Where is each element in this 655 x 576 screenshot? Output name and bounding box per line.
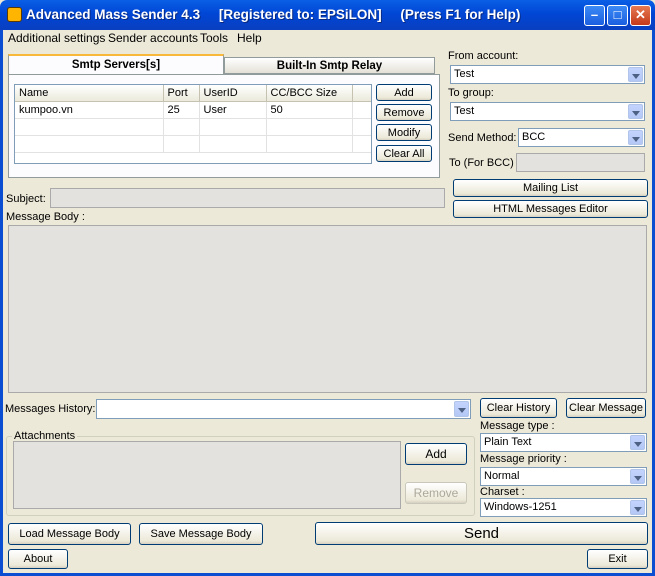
column-userid[interactable]: UserID <box>199 85 267 102</box>
charset-select[interactable]: Windows-1251 <box>480 498 647 517</box>
title-bar[interactable]: Advanced Mass Sender 4.3 [Registered to:… <box>0 0 655 30</box>
to-group-select[interactable]: Test <box>450 102 645 121</box>
menu-tools[interactable]: Tools <box>200 31 228 45</box>
attachments-remove-button[interactable]: Remove <box>405 482 467 504</box>
mailing-list-button[interactable]: Mailing List <box>453 179 648 197</box>
send-button[interactable]: Send <box>315 522 648 545</box>
smtp-add-button[interactable]: Add <box>376 84 432 101</box>
subject-label: Subject: <box>6 193 46 205</box>
cell-port: 25 <box>163 101 200 119</box>
to-group-value: Test <box>454 105 475 117</box>
menu-sender-accounts[interactable]: Sender accounts <box>108 31 198 45</box>
message-type-select[interactable]: Plain Text <box>480 433 647 452</box>
subject-input[interactable] <box>50 188 445 208</box>
attachments-add-button[interactable]: Add <box>405 443 467 465</box>
messages-history-select[interactable] <box>96 399 471 419</box>
chevron-down-icon[interactable] <box>630 469 645 484</box>
message-priority-value: Normal <box>484 470 520 482</box>
from-account-value: Test <box>454 68 475 80</box>
message-body-textarea[interactable] <box>8 225 647 393</box>
clear-history-button[interactable]: Clear History <box>480 398 557 418</box>
cell-userid: User <box>199 101 267 119</box>
column-cc-bcc-size[interactable]: CC/BCC Size <box>266 85 353 102</box>
cell-name: kumpoo.vn <box>15 101 164 119</box>
smtp-modify-button[interactable]: Modify <box>376 124 432 141</box>
window-title: Advanced Mass Sender 4.3 [Registered to:… <box>26 7 521 22</box>
to-group-label: To group: <box>448 87 494 99</box>
tab-smtp-servers[interactable]: Smtp Servers[s] <box>8 54 224 74</box>
message-priority-label: Message priority : <box>480 453 567 465</box>
tab-built-in-smtp-relay[interactable]: Built-In Smtp Relay <box>224 57 435 74</box>
send-method-select[interactable]: BCC <box>518 128 645 147</box>
send-method-label: Send Method: <box>448 132 517 144</box>
message-priority-select[interactable]: Normal <box>480 467 647 486</box>
message-body-label: Message Body : <box>6 211 85 223</box>
app-icon <box>7 7 22 22</box>
charset-value: Windows-1251 <box>484 501 557 513</box>
from-account-select[interactable]: Test <box>450 65 645 84</box>
about-button[interactable]: About <box>8 549 68 569</box>
messages-history-label: Messages History: <box>5 403 96 415</box>
close-button[interactable]: ✕ <box>630 5 651 26</box>
clear-message-button[interactable]: Clear Message <box>566 398 646 418</box>
save-message-body-button[interactable]: Save Message Body <box>139 523 263 545</box>
chevron-down-icon[interactable] <box>628 130 643 145</box>
exit-button[interactable]: Exit <box>587 549 648 569</box>
send-method-value: BCC <box>522 131 546 143</box>
chevron-down-icon[interactable] <box>628 104 643 119</box>
html-messages-editor-button[interactable]: HTML Messages Editor <box>453 200 648 218</box>
column-port[interactable]: Port <box>163 85 200 102</box>
chevron-down-icon[interactable] <box>628 67 643 82</box>
smtp-server-list[interactable]: Name Port UserID CC/BCC Size kumpoo.vn 2… <box>14 84 372 164</box>
chevron-down-icon[interactable] <box>630 500 645 515</box>
smtp-clear-all-button[interactable]: Clear All <box>376 145 432 162</box>
to-bcc-field[interactable] <box>516 153 645 172</box>
cell-size: 50 <box>266 101 353 119</box>
attachments-list[interactable] <box>13 441 401 509</box>
to-bcc-label: To (For BCC) <box>449 157 514 169</box>
load-message-body-button[interactable]: Load Message Body <box>8 523 131 545</box>
message-type-value: Plain Text <box>484 436 532 448</box>
table-row[interactable]: kumpoo.vn 25 User 50 <box>15 101 371 119</box>
menu-additional-settings[interactable]: Additional settings <box>8 31 105 45</box>
smtp-remove-button[interactable]: Remove <box>376 104 432 121</box>
menu-help[interactable]: Help <box>237 31 262 45</box>
from-account-label: From account: <box>448 50 519 62</box>
column-name[interactable]: Name <box>15 85 164 102</box>
chevron-down-icon[interactable] <box>630 435 645 450</box>
message-type-label: Message type : <box>480 420 555 432</box>
chevron-down-icon[interactable] <box>454 401 469 417</box>
maximize-button[interactable]: □ <box>607 5 628 26</box>
charset-label: Charset : <box>480 486 525 498</box>
minimize-button[interactable]: – <box>584 5 605 26</box>
